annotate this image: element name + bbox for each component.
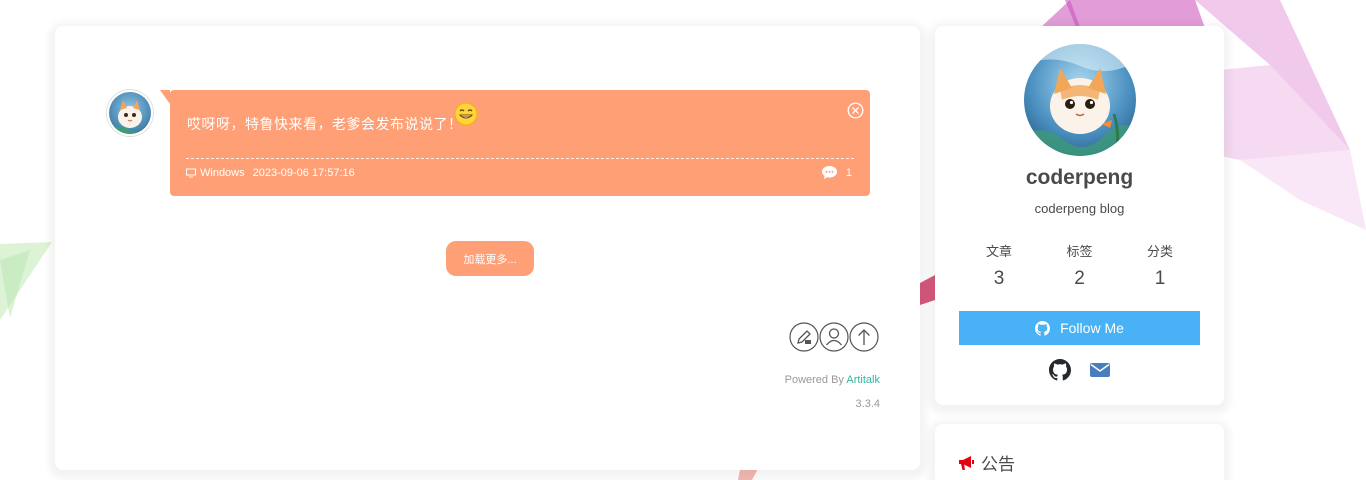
bubble-tail xyxy=(160,90,170,104)
envelope-icon[interactable] xyxy=(1089,359,1111,381)
stat-categories[interactable]: 分类 1 xyxy=(1120,241,1200,290)
toolbar xyxy=(789,322,879,352)
follow-me-button[interactable]: Follow Me xyxy=(959,311,1200,345)
talk-avatar[interactable] xyxy=(107,90,153,136)
version-text: 3.3.4 xyxy=(855,398,880,410)
notice-card: 公告 xyxy=(935,424,1224,480)
stat-label: 文章 xyxy=(985,244,1012,259)
stat-label: 标签 xyxy=(1066,244,1093,259)
stat-label: 分类 xyxy=(1146,244,1173,259)
github-icon[interactable] xyxy=(1048,359,1071,381)
powered-by: Powered By Artitalk xyxy=(785,374,880,386)
social-links xyxy=(935,359,1224,381)
bullhorn-icon xyxy=(959,455,974,470)
talk-bubble: 哎呀呀，特鲁快来看，老爹会发布说说了！ Windows 2023-09-06 1… xyxy=(160,90,870,196)
talk-meta: Windows 2023-09-06 17:57:16 xyxy=(186,167,355,179)
talk-text: 哎呀呀，特鲁快来看，老爹会发布说说了！ xyxy=(187,116,463,132)
load-more-button[interactable]: 加载更多... xyxy=(446,241,534,276)
arrow-up-icon[interactable] xyxy=(849,322,879,352)
comment-icon xyxy=(821,166,837,179)
follow-label: Follow Me xyxy=(1060,320,1124,336)
avatar[interactable] xyxy=(1024,44,1136,156)
talk-device: Windows xyxy=(200,167,245,179)
artitalk-link[interactable]: Artitalk xyxy=(846,374,880,386)
grin-emoji-icon xyxy=(454,102,478,126)
notice-title: 公告 xyxy=(981,455,1015,474)
user-icon[interactable] xyxy=(819,322,849,352)
stat-tags[interactable]: 标签 2 xyxy=(1040,241,1120,290)
stat-count: 2 xyxy=(1074,268,1085,289)
comment-button[interactable]: 1 xyxy=(821,165,852,180)
talk-datetime: 2023-09-06 17:57:16 xyxy=(252,167,355,179)
author-description: coderpeng blog xyxy=(1034,201,1125,216)
talk-panel: 哎呀呀，特鲁快来看，老爹会发布说说了！ Windows 2023-09-06 1… xyxy=(55,26,920,470)
profile-card: coderpeng coderpeng blog 文章 3 标签 2 分类 1 … xyxy=(935,26,1224,405)
monitor-icon xyxy=(186,168,196,178)
stat-count: 3 xyxy=(993,268,1005,289)
author-name: coderpeng xyxy=(1025,166,1134,189)
github-icon xyxy=(1035,320,1051,336)
comment-count: 1 xyxy=(845,166,852,179)
close-icon[interactable] xyxy=(847,102,864,119)
site-stats: 文章 3 标签 2 分类 1 xyxy=(959,241,1200,290)
bubble-divider xyxy=(186,158,854,159)
edit-icon[interactable] xyxy=(789,322,819,352)
notice-header: 公告 xyxy=(957,450,1015,475)
stat-count: 1 xyxy=(1154,268,1166,289)
powered-prefix: Powered By xyxy=(784,374,847,386)
stat-articles[interactable]: 文章 3 xyxy=(959,241,1039,290)
